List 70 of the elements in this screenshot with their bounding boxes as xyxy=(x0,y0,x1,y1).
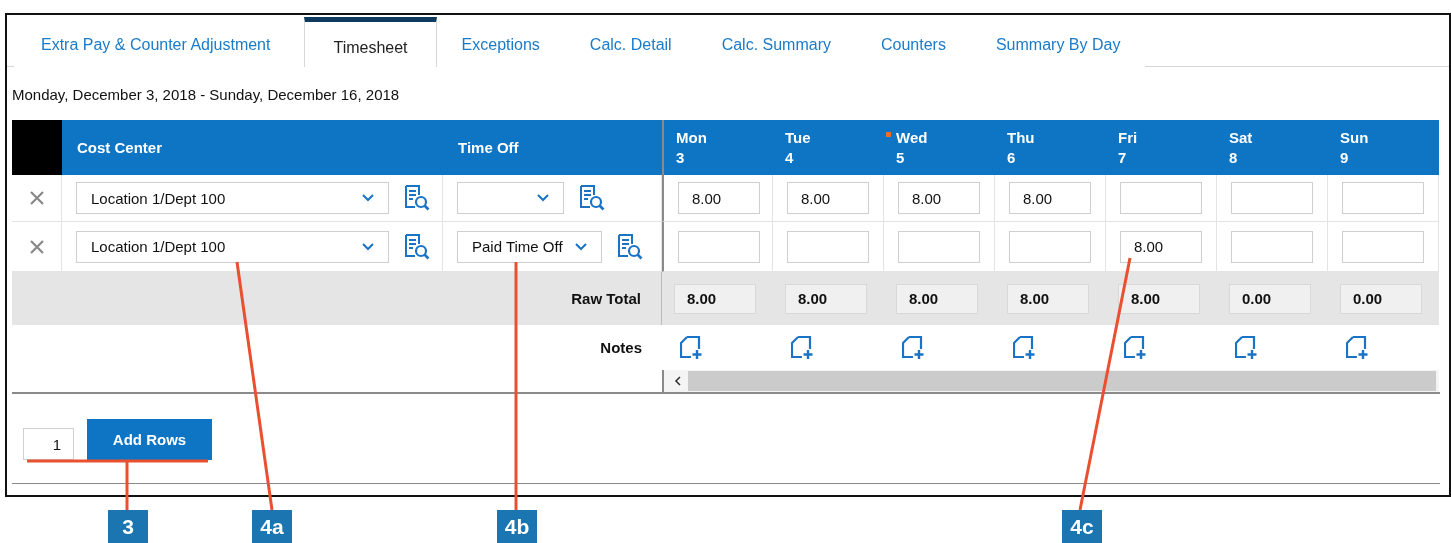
weekday-label: Fri xyxy=(1118,128,1138,147)
dropdown-field[interactable]: Paid Time Off xyxy=(457,230,602,263)
date-label: 8 xyxy=(1229,148,1238,167)
chevron-icon xyxy=(362,242,374,251)
hours-field[interactable] xyxy=(1231,230,1313,263)
hours-field[interactable]: 8.00 xyxy=(787,182,869,214)
row-count-field[interactable]: 1 xyxy=(23,428,74,460)
note-add-icon[interactable] xyxy=(680,335,702,360)
total-value: 8.00 xyxy=(1118,283,1200,314)
callout-badge: 4b xyxy=(497,510,537,543)
date-label: 6 xyxy=(1007,148,1016,167)
total-value: 0.00 xyxy=(1229,283,1311,314)
date-label: 3 xyxy=(676,148,685,167)
column-header: Cost Center xyxy=(62,120,443,175)
hours-field[interactable] xyxy=(898,230,980,263)
hours-field[interactable] xyxy=(678,230,760,263)
search-document-icon[interactable] xyxy=(579,185,605,211)
callout-badge: 4c xyxy=(1062,510,1102,543)
chevron-icon xyxy=(537,194,549,202)
hours-field[interactable]: 8.00 xyxy=(678,182,760,214)
dropdown-field[interactable]: Location 1/Dept 100 xyxy=(76,182,389,214)
hours-field[interactable] xyxy=(1342,230,1424,263)
weekday-label: Wed xyxy=(896,128,928,147)
date-label: 9 xyxy=(1340,148,1349,167)
hours-field[interactable] xyxy=(1120,182,1202,214)
search-document-icon[interactable] xyxy=(616,233,643,260)
hours-field[interactable] xyxy=(1009,230,1091,263)
note-add-icon[interactable] xyxy=(1235,335,1257,360)
chevron-icon xyxy=(574,242,587,251)
total-label: Raw Total xyxy=(12,272,662,325)
delete-icon[interactable] xyxy=(29,191,44,205)
delete-icon[interactable] xyxy=(29,239,44,254)
note-add-icon[interactable] xyxy=(1346,335,1368,360)
date-range: Monday, December 3, 2018 - Sunday, December 16, 2018 xyxy=(12,86,400,103)
callout-badge: 4a xyxy=(252,510,292,543)
weekday-label: Sat xyxy=(1229,128,1253,147)
note-add-icon[interactable] xyxy=(902,335,924,360)
total-value: 0.00 xyxy=(1340,283,1422,314)
weekday-label: Mon xyxy=(676,128,707,147)
hours-field[interactable]: 8.00 xyxy=(1120,230,1202,263)
weekday-label: Thu xyxy=(1007,128,1035,147)
hours-field[interactable]: 8.00 xyxy=(898,182,980,214)
hours-field[interactable]: 8.00 xyxy=(1009,182,1091,214)
total-value: 8.00 xyxy=(1007,283,1089,314)
note-add-icon[interactable] xyxy=(1013,335,1035,360)
date-label: 5 xyxy=(896,148,905,167)
date-label: 4 xyxy=(785,148,794,167)
dropdown-field[interactable] xyxy=(457,182,564,214)
weekday-label: Tue xyxy=(785,128,811,147)
weekday-label: Sun xyxy=(1340,128,1369,147)
note-add-icon[interactable] xyxy=(791,335,813,360)
add-rows-button[interactable]: Add Rows xyxy=(87,419,212,460)
total-value: 8.00 xyxy=(785,283,867,314)
hours-field[interactable] xyxy=(1342,182,1424,214)
total-value: 8.00 xyxy=(674,283,756,314)
hours-field[interactable] xyxy=(787,230,869,263)
search-document-icon[interactable] xyxy=(404,185,430,211)
hours-field[interactable] xyxy=(1231,182,1313,214)
header-corner xyxy=(12,120,62,175)
notes-label: Notes xyxy=(599,338,643,358)
dropdown-field[interactable]: Location 1/Dept 100 xyxy=(76,230,389,263)
search-document-icon[interactable] xyxy=(404,233,430,260)
date-label: 7 xyxy=(1118,148,1127,167)
tab[interactable]: Timesheet xyxy=(304,17,437,67)
scroll-left-icon[interactable] xyxy=(674,376,682,386)
note-add-icon[interactable] xyxy=(1124,335,1146,360)
column-header: Time Off xyxy=(443,120,662,175)
callout-badge: 3 xyxy=(108,510,148,543)
chevron-icon xyxy=(362,194,374,202)
total-value: 8.00 xyxy=(896,283,978,314)
